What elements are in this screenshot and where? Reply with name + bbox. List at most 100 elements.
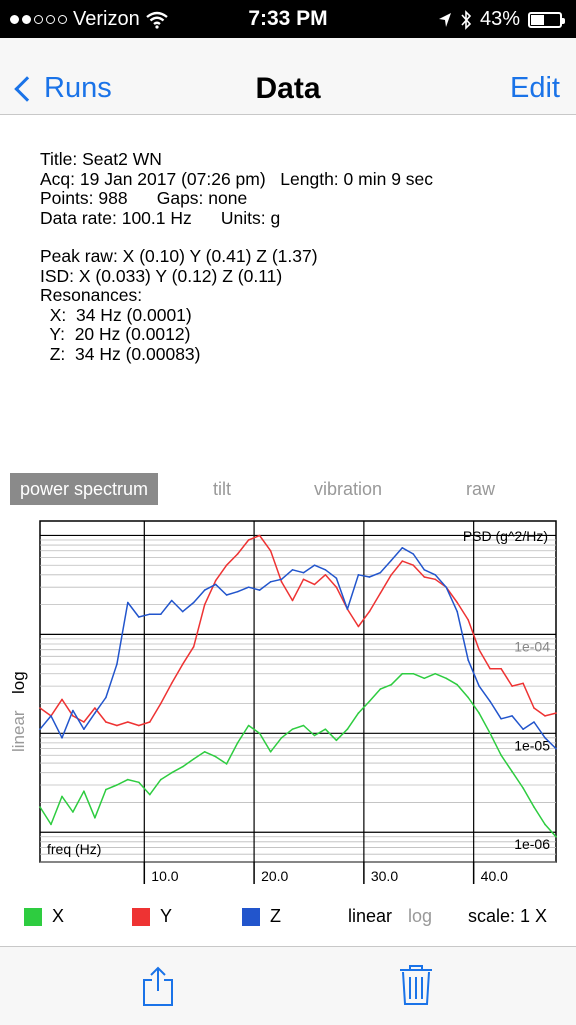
data-point-y xyxy=(313,583,316,586)
info-title: Title: Seat2 WN xyxy=(40,149,162,169)
tab-power-spectrum[interactable]: power spectrum xyxy=(10,473,159,505)
data-point-x xyxy=(149,793,151,796)
tab-vibration[interactable]: vibration xyxy=(314,473,382,505)
info-isd: ISD: X (0.033) Y (0.12) Z (0.11) xyxy=(40,265,283,286)
edit-button[interactable]: Edit xyxy=(510,72,560,105)
data-point-x xyxy=(94,817,96,819)
tab-tilt[interactable]: tilt xyxy=(213,473,231,505)
data-point-z xyxy=(544,737,546,739)
trash-icon[interactable] xyxy=(398,963,434,1007)
data-point-x xyxy=(247,724,250,727)
scale-control[interactable]: scale: 1 X xyxy=(468,906,547,927)
legend-label-y: Y xyxy=(160,906,173,926)
data-point-z xyxy=(445,586,448,588)
data-point-x xyxy=(500,754,502,756)
bluetooth-icon xyxy=(461,9,472,30)
data-point-z xyxy=(390,559,393,562)
data-point-x xyxy=(225,763,228,765)
data-point-z xyxy=(412,553,415,555)
data-point-y xyxy=(116,724,118,727)
data-point-y xyxy=(192,645,195,648)
data-point-x xyxy=(181,765,184,768)
data-point-y xyxy=(160,702,162,705)
data-point-y xyxy=(335,586,338,588)
chart-tabs: power spectrum tilt vibration raw xyxy=(10,473,566,505)
legend-linear-toggle[interactable]: linear xyxy=(348,906,392,927)
data-point-y xyxy=(138,724,140,727)
data-point-z xyxy=(149,613,151,615)
data-point-z xyxy=(522,728,524,730)
data-point-z xyxy=(280,578,283,581)
data-point-z xyxy=(456,610,459,613)
legend-log-toggle[interactable]: log xyxy=(408,906,432,927)
data-point-y xyxy=(489,667,491,670)
data-point-z xyxy=(489,700,491,703)
data-point-z xyxy=(368,576,371,578)
data-point-y xyxy=(236,553,239,555)
data-point-y xyxy=(105,721,107,723)
legend-swatch-y[interactable] xyxy=(132,908,150,926)
data-point-z xyxy=(170,599,173,602)
data-point-y xyxy=(357,625,360,628)
data-point-y xyxy=(61,698,63,701)
data-point-z xyxy=(138,616,140,618)
legend-swatch-z[interactable] xyxy=(242,908,260,926)
data-point-z xyxy=(160,613,162,615)
info-peak: Peak raw: X (0.10) Y (0.41) Z (1.37) xyxy=(40,246,318,266)
data-point-z xyxy=(324,569,327,571)
data-point-x xyxy=(83,790,85,792)
data-point-x xyxy=(423,677,426,680)
data-point-y xyxy=(555,712,557,714)
data-point-x xyxy=(489,732,491,735)
data-point-x xyxy=(192,758,195,760)
data-point-x xyxy=(544,823,546,826)
y-tick-label: 1e-05 xyxy=(514,737,550,753)
legend-label-x: X xyxy=(52,906,65,926)
data-point-z xyxy=(72,709,74,712)
share-icon[interactable] xyxy=(140,965,176,1007)
x-tick-label: 30.0 xyxy=(371,868,398,884)
data-point-z xyxy=(83,728,85,730)
status-bar: Verizon 7:33 PM 43% xyxy=(0,0,576,38)
data-point-z xyxy=(313,564,316,566)
data-point-x xyxy=(138,781,140,784)
data-point-y xyxy=(258,534,261,537)
data-point-y xyxy=(478,648,480,651)
log-axis-toggle[interactable]: log xyxy=(9,671,29,694)
info-rate: Data rate: 100.1 Hz Units: g xyxy=(40,207,281,228)
data-point-x xyxy=(116,784,118,786)
info-points: Points: 988 Gaps: none xyxy=(40,188,248,208)
psd-chart[interactable]: 10.0 20.0 30.0 40.0 1e-04 1e-05 1e-06 PSD (g^2/… xyxy=(0,516,576,888)
chart-title: PSD (g^2/Hz) xyxy=(463,528,548,544)
battery-icon xyxy=(528,11,565,28)
data-point-x xyxy=(50,823,52,826)
data-point-y xyxy=(379,592,382,595)
data-point-x xyxy=(533,806,535,808)
data-point-x xyxy=(401,672,404,675)
data-point-y xyxy=(511,685,513,687)
legend-swatch-x[interactable] xyxy=(24,908,42,926)
data-point-z xyxy=(225,594,228,596)
data-point-y xyxy=(181,663,184,665)
data-point-y xyxy=(149,721,151,723)
info-res-x: X: 34 Hz (0.0001) xyxy=(40,304,192,325)
data-point-y xyxy=(203,603,206,606)
data-point-z xyxy=(258,589,261,591)
linear-axis-toggle[interactable]: linear xyxy=(9,710,29,752)
bottom-toolbar xyxy=(0,946,576,1025)
data-point-y xyxy=(500,667,502,670)
tab-raw[interactable]: raw xyxy=(466,473,495,505)
data-point-x xyxy=(39,806,41,808)
data-point-x xyxy=(258,732,261,735)
data-point-z xyxy=(423,569,426,571)
data-point-z xyxy=(181,610,184,613)
data-point-x xyxy=(511,770,513,773)
x-axis-label: freq (Hz) xyxy=(47,841,101,857)
data-point-z xyxy=(269,581,272,583)
data-point-x xyxy=(368,700,371,703)
data-point-z xyxy=(379,571,382,574)
data-point-y xyxy=(247,539,250,541)
info-res-y: Y: 20 Hz (0.0012) xyxy=(40,324,191,344)
data-point-x xyxy=(269,751,272,753)
data-point-z xyxy=(94,712,96,714)
